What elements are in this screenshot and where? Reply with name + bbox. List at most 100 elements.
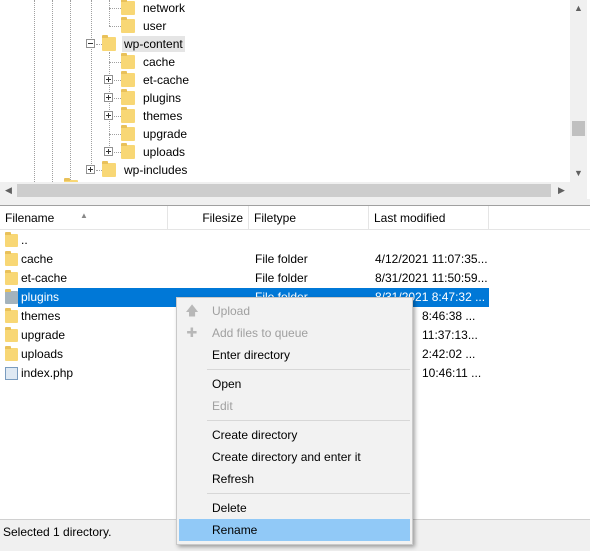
folder-icon <box>121 89 135 105</box>
column-header-last-modified[interactable]: Last modified <box>369 206 489 230</box>
menu-separator <box>207 420 410 421</box>
menu-item-label: Delete <box>212 501 247 515</box>
menu-item-label: Upload <box>212 304 251 318</box>
tree-node-user[interactable]: user <box>121 17 168 35</box>
column-header-filetype[interactable]: Filetype <box>249 206 369 230</box>
menu-item-label: Open <box>212 377 242 391</box>
menu-item-label: Add files to queue <box>212 326 309 340</box>
menu-separator <box>207 493 410 494</box>
scroll-left-arrow-icon[interactable]: ◀ <box>0 182 17 199</box>
scroll-up-arrow-icon[interactable]: ▲ <box>570 0 587 17</box>
tree-node-uploads[interactable]: uploads <box>121 143 187 161</box>
menu-item-create-directory-and-enter[interactable]: Create directory and enter it <box>179 446 410 468</box>
add-to-queue-icon: ✚ <box>186 325 198 340</box>
folder-icon <box>121 125 135 141</box>
scrollbar-thumb[interactable] <box>17 184 551 197</box>
column-header-label: Filesize <box>202 211 243 225</box>
tree-node-label: cache <box>143 55 176 69</box>
folder-icon <box>121 143 135 159</box>
tree-guide-line <box>114 116 121 117</box>
php-file-icon <box>5 367 18 380</box>
tree-guide-line <box>109 52 110 152</box>
expand-icon[interactable] <box>104 147 113 156</box>
column-header-label: Filename <box>5 211 55 225</box>
folder-icon <box>5 308 18 323</box>
expand-icon[interactable] <box>104 111 113 120</box>
tree-guide-line <box>70 0 71 182</box>
tree-node-wp-includes[interactable]: wp-includes <box>102 161 189 179</box>
upload-arrow-icon: 🡅 <box>185 303 199 318</box>
tree-node-label: upgrade <box>143 127 188 141</box>
folder-icon <box>121 0 135 15</box>
menu-item-edit[interactable]: Edit <box>179 395 410 417</box>
file-row-et-cache[interactable]: et-cache File folder 8/31/2021 11:50:59.… <box>0 269 590 288</box>
tree-guide-line <box>114 80 121 81</box>
file-modified: 10:46:11 ... <box>422 366 482 380</box>
menu-item-label: Create directory and enter it <box>212 450 361 464</box>
tree-vertical-scrollbar[interactable]: ▲ ▼ <box>570 0 587 182</box>
file-modified: 2:42:02 ... <box>422 347 476 361</box>
file-name: themes <box>21 309 61 323</box>
expand-icon[interactable] <box>104 75 113 84</box>
folder-icon <box>5 270 18 285</box>
collapse-icon[interactable] <box>86 39 95 48</box>
tree-node-label: et-cache <box>143 73 190 87</box>
menu-item-label: Enter directory <box>212 348 291 362</box>
folder-icon <box>5 289 18 304</box>
column-header-label: Last modified <box>374 211 446 225</box>
tree-node-label: wp-includes <box>124 163 188 177</box>
file-row-parent[interactable]: .. <box>0 231 590 250</box>
tree-guide-line <box>52 0 53 182</box>
menu-item-enter-directory[interactable]: Enter directory <box>179 344 410 366</box>
tree-node-upgrade[interactable]: upgrade <box>121 125 189 143</box>
menu-item-label: Create directory <box>212 428 298 442</box>
file-name: cache <box>21 252 54 266</box>
tree-guide-line <box>34 0 35 182</box>
folder-icon <box>102 161 116 177</box>
file-type: File folder <box>255 271 308 285</box>
status-text: Selected 1 directory. <box>3 525 112 539</box>
tree-node-label: themes <box>143 109 183 123</box>
folder-icon <box>5 327 18 342</box>
column-header-label: Filetype <box>254 211 297 225</box>
folder-icon <box>121 107 135 123</box>
tree-node-themes[interactable]: themes <box>121 107 184 125</box>
tree-node-network[interactable]: network <box>121 0 187 17</box>
file-type: File folder <box>255 252 308 266</box>
tree-horizontal-scrollbar[interactable]: ◀ ▶ <box>0 182 570 199</box>
file-modified: 11:37:13... <box>422 328 478 342</box>
menu-item-create-directory[interactable]: Create directory <box>179 424 410 446</box>
file-name: index.php <box>21 366 74 380</box>
menu-item-refresh[interactable]: Refresh <box>179 468 410 490</box>
menu-item-add-files-to-queue[interactable]: ✚ Add files to queue <box>179 322 410 344</box>
file-name: .. <box>21 233 28 247</box>
menu-item-delete[interactable]: Delete <box>179 497 410 519</box>
scroll-down-arrow-icon[interactable]: ▼ <box>570 165 587 182</box>
menu-item-open[interactable]: Open <box>179 373 410 395</box>
menu-item-upload[interactable]: 🡅 Upload <box>179 300 410 322</box>
folder-icon <box>5 232 18 247</box>
tree-node-label: uploads <box>143 145 186 159</box>
column-header-filesize[interactable]: Filesize <box>168 206 249 230</box>
menu-item-rename[interactable]: Rename <box>179 519 410 541</box>
tree-node-cache[interactable]: cache <box>121 53 177 71</box>
tree-node-et-cache[interactable]: et-cache <box>121 71 191 89</box>
tree-guide-line <box>109 134 121 135</box>
folder-icon <box>5 251 18 266</box>
file-row-cache[interactable]: cache File folder 4/12/2021 11:07:35... <box>0 250 590 269</box>
scroll-right-arrow-icon[interactable]: ▶ <box>553 182 570 199</box>
tree-guide-line <box>114 98 121 99</box>
tree-guide-line <box>114 152 121 153</box>
expand-icon[interactable] <box>86 165 95 174</box>
menu-item-label: Rename <box>212 523 258 537</box>
remote-directory-tree[interactable]: network user wp-content cache et-cache p… <box>0 0 590 199</box>
tree-node-label: wp-content <box>122 36 185 52</box>
tree-guide-line <box>109 0 110 26</box>
tree-node-plugins[interactable]: plugins <box>121 89 183 107</box>
file-context-menu: 🡅 Upload ✚ Add files to queue Enter dire… <box>176 297 413 545</box>
expand-icon[interactable] <box>104 93 113 102</box>
scrollbar-thumb[interactable] <box>572 121 585 136</box>
column-header-filename[interactable]: Filename ▲ <box>0 206 168 230</box>
pane-splitter[interactable] <box>0 199 590 206</box>
tree-node-wp-content[interactable]: wp-content <box>102 35 185 53</box>
